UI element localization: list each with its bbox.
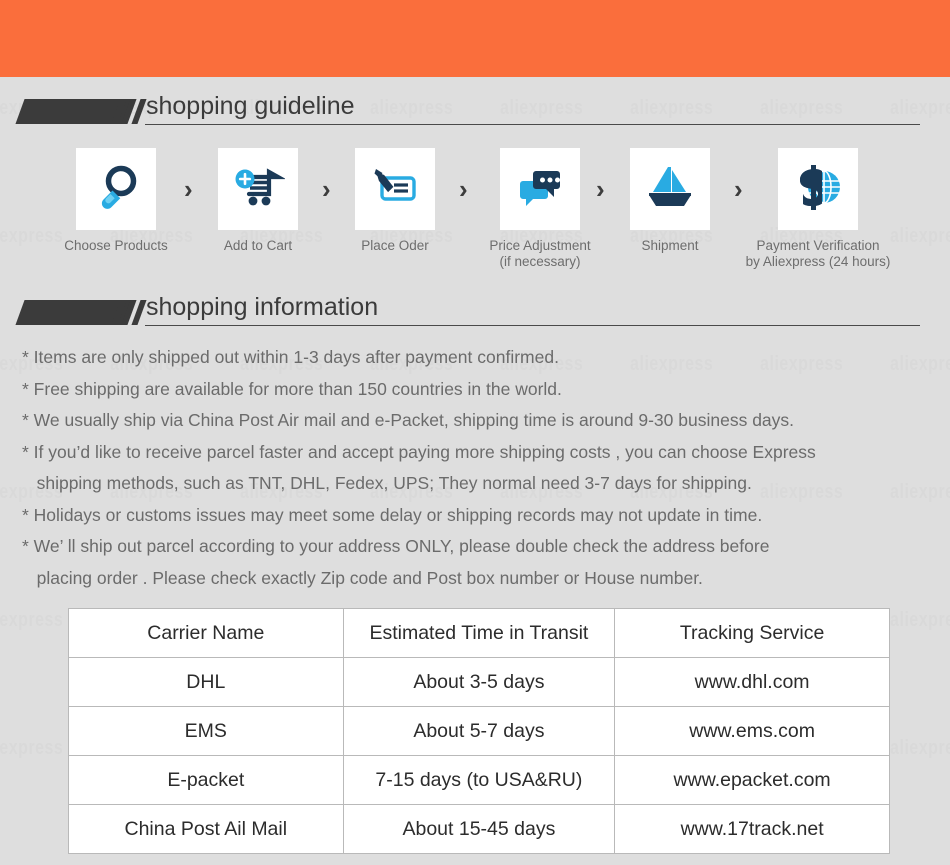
chat-bubbles-icon <box>513 161 567 218</box>
step-label: Payment Verification by Aliexpress (24 h… <box>745 238 891 269</box>
table-header-cell: Carrier Name <box>68 608 344 658</box>
step-icon-box <box>218 148 298 230</box>
table-cell: www.epacket.com <box>614 755 890 805</box>
watermark-text: aliexpress <box>890 737 950 759</box>
table-cell: About 5-7 days <box>342 706 616 756</box>
table-row: DHL About 3-5 days www.dhl.com <box>68 657 890 707</box>
step-icon-box <box>630 148 710 230</box>
pen-check-icon <box>368 161 422 218</box>
information-line: * Free shipping are available for more t… <box>22 378 562 399</box>
table-cell: DHL <box>68 657 344 707</box>
step-icon-box <box>778 148 858 230</box>
step-icon-box <box>500 148 580 230</box>
section-title-information: shopping information <box>146 293 379 321</box>
table-cell: www.17track.net <box>614 804 890 854</box>
step-choose-products[interactable]: Choose Products <box>36 148 196 254</box>
step-payment-verification[interactable]: Payment Verification by Aliexpress (24 h… <box>728 148 908 270</box>
table-cell: EMS <box>68 706 344 756</box>
step-icon-box <box>76 148 156 230</box>
information-line: * Holidays or customs issues may meet so… <box>22 504 763 525</box>
dollar-globe-icon <box>791 161 845 218</box>
table-cell: About 15-45 days <box>342 804 616 854</box>
table-cell: About 3-5 days <box>342 657 616 707</box>
information-line: placing order . Please check exactly Zip… <box>22 567 703 588</box>
watermark-text: aliexpress <box>890 609 950 631</box>
carrier-table: Carrier Name Estimated Time in Transit T… <box>68 608 890 854</box>
watermark-text: aliexpress <box>0 609 64 631</box>
step-label: Choose Products <box>64 238 168 253</box>
table-cell: China Post Ail Mail <box>68 804 344 854</box>
shipping-info-page: aliexpress aliexpress aliexpress aliexpress… <box>0 0 950 865</box>
information-line: shipping methods, such as TNT, DHL, Fede… <box>22 473 752 493</box>
step-shipment[interactable]: Shipment <box>590 148 750 254</box>
step-icon-box <box>355 148 435 230</box>
orange-banner <box>0 0 950 77</box>
step-label: Shipment <box>641 238 699 253</box>
information-line: * We usually ship via China Post Air mai… <box>22 410 795 430</box>
information-line: * We’ ll ship out parcel according to yo… <box>22 536 770 556</box>
information-line: * If you’d like to receive parcel faster… <box>22 441 816 462</box>
sailboat-icon <box>643 161 697 218</box>
table-cell: www.ems.com <box>614 706 890 756</box>
table-row: China Post Ail Mail About 15-45 days www.1… <box>68 804 890 854</box>
header-rule <box>145 325 920 326</box>
information-list: * Items are only shipped out within 1-3 … <box>22 342 932 594</box>
section-header-guideline: shopping guideline <box>0 92 950 138</box>
table-header-cell: Tracking Service <box>614 608 890 658</box>
table-header-row: Carrier Name Estimated Time in Transit T… <box>68 608 890 658</box>
step-label: Place Oder <box>361 238 429 253</box>
table-cell: 7-15 days (to USA&RU) <box>342 755 616 805</box>
add-to-cart-icon <box>231 161 287 218</box>
step-label: Add to Cart <box>223 238 293 253</box>
magnifier-icon <box>90 161 142 218</box>
step-add-to-cart[interactable]: Add to Cart <box>178 148 338 254</box>
table-cell: E-packet <box>68 755 344 805</box>
section-title-guideline: shopping guideline <box>146 92 355 120</box>
information-line: * Items are only shipped out within 1-3 … <box>22 347 559 367</box>
table-row: EMS About 5-7 days www.ems.com <box>68 706 890 756</box>
header-rule <box>145 124 920 125</box>
step-place-order[interactable]: Place Oder <box>315 148 475 254</box>
table-header-cell: Estimated Time in Transit <box>342 608 616 658</box>
shopping-steps: Choose Products › Add to Cart › Place Od… <box>0 148 950 278</box>
watermark-text: aliexpress <box>0 737 64 759</box>
section-header-information: shopping information <box>0 293 950 339</box>
table-row: E-packet 7-15 days (to USA&RU) www.epacket… <box>68 755 890 805</box>
table-cell: www.dhl.com <box>614 657 890 707</box>
